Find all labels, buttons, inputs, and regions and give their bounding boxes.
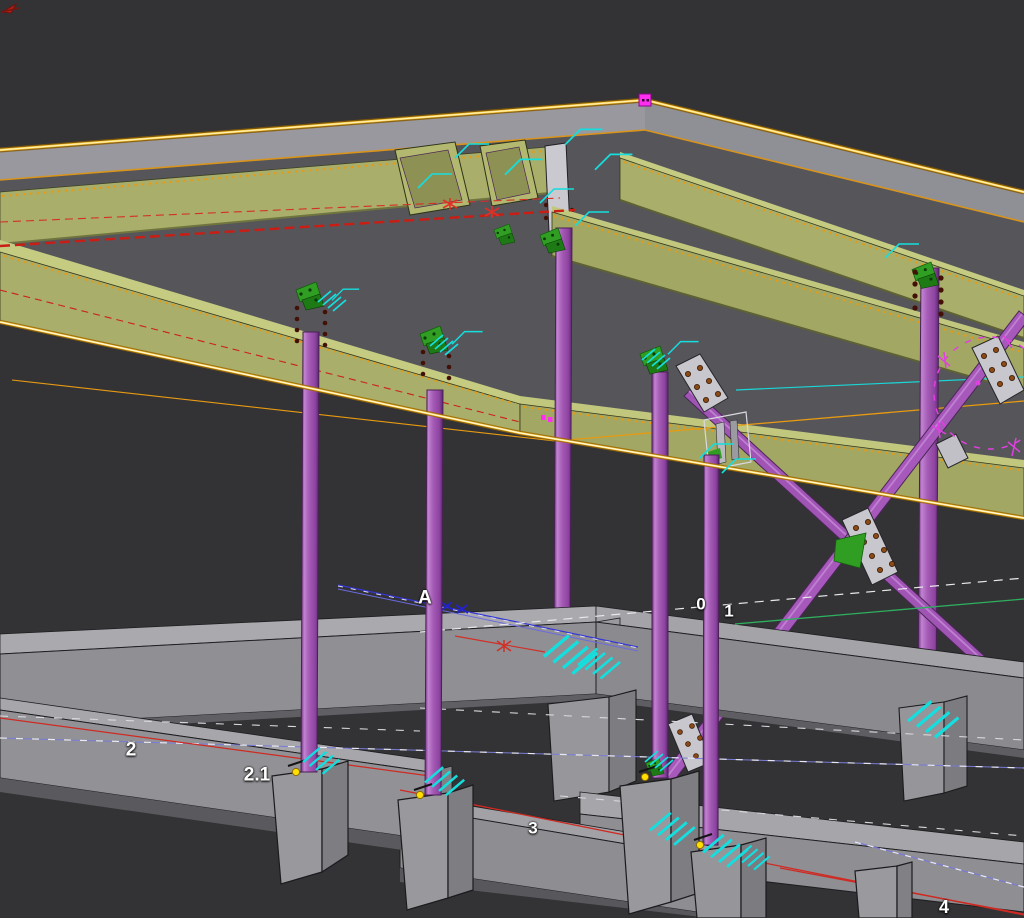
column-grid0-3[interactable] [703,455,719,845]
grid-label-1[interactable]: 1 [724,603,733,620]
pedestal-2[interactable] [398,785,473,910]
column-grid0-2[interactable] [652,372,668,778]
grid-label-A[interactable]: A [418,589,432,608]
grid-label-2[interactable]: 2 [126,741,137,760]
pedestal-5[interactable] [691,838,766,918]
grid-label-21[interactable]: 2.1 [244,766,270,785]
pedestal-6[interactable] [855,862,912,918]
mini-handle [548,417,553,422]
grid-label-3[interactable]: 3 [528,820,537,837]
model-viewport[interactable]: A 0 1 2 2.1 3 4 [0,0,1024,918]
slab-corner-handle [639,94,651,106]
column-grid1-right[interactable] [918,268,939,695]
mini-handle [541,415,546,420]
pedestal-center-back[interactable] [548,690,636,801]
pedestal-4[interactable] [620,771,699,914]
grid-label-0[interactable]: 0 [696,596,705,613]
column-grid0-center[interactable] [554,228,572,640]
grid-label-4[interactable]: 4 [939,898,949,916]
column-gridA-1[interactable] [301,332,319,772]
